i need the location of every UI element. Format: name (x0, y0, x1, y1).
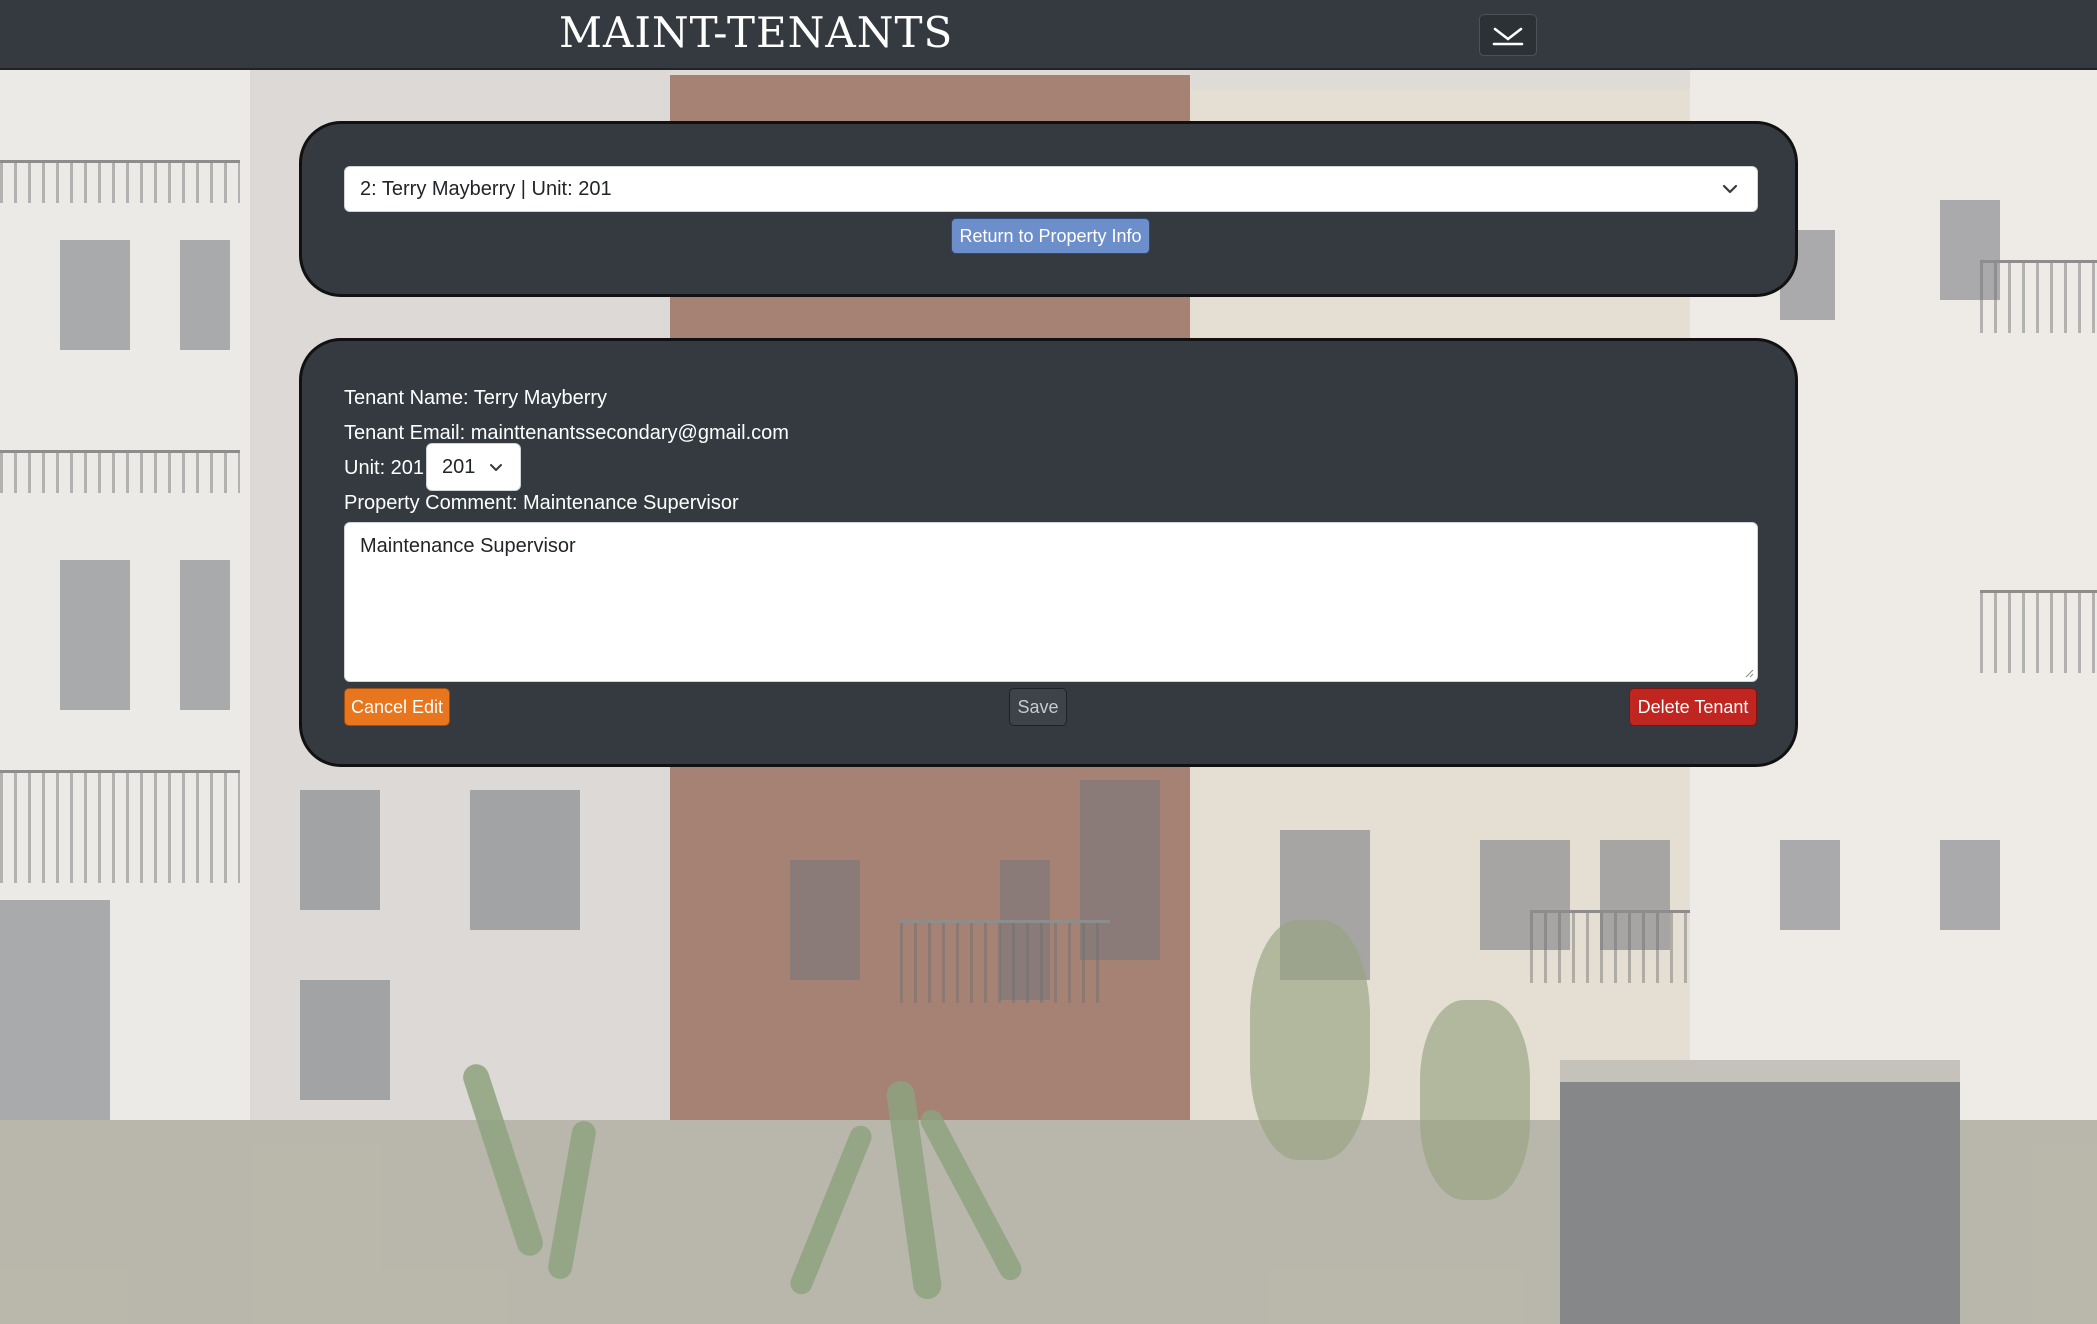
tenant-unit: Unit: 201 (344, 457, 425, 479)
brand-title[interactable]: MAINT-TENANTS (559, 8, 953, 57)
property-comment-value: Maintenance Supervisor (360, 535, 576, 557)
property-comment-textarea[interactable]: Maintenance Supervisor (344, 522, 1758, 682)
unit-select-value: 201 (442, 455, 476, 478)
chevron-down-icon (490, 464, 502, 471)
delete-tenant-button[interactable]: Delete Tenant (1629, 688, 1757, 726)
tenant-email: Tenant Email: mainttenantssecondary@gmai… (344, 422, 789, 444)
tenant-name: Tenant Name: Terry Mayberry (344, 387, 608, 409)
return-to-property-button[interactable]: Return to Property Info (951, 218, 1150, 254)
cancel-edit-button[interactable]: Cancel Edit (344, 688, 450, 726)
resize-handle-icon[interactable] (1744, 668, 1754, 678)
unit-select[interactable]: 201 (426, 443, 521, 491)
tenant-select[interactable]: 2: Terry Mayberry | Unit: 201 (344, 166, 1758, 212)
navbar: MAINT-TENANTS (0, 0, 2097, 70)
tenant-details-card: Tenant Name: Terry Mayberry Tenant Email… (299, 338, 1798, 767)
property-comment-label: Property Comment: Maintenance Supervisor (344, 492, 739, 514)
tenant-selector-card: 2: Terry Mayberry | Unit: 201 Return to … (299, 121, 1798, 297)
menu-toggle-button[interactable] (1479, 14, 1537, 56)
tenant-select-value: 2: Terry Mayberry | Unit: 201 (360, 177, 612, 200)
chevron-down-icon (1492, 27, 1524, 46)
chevron-down-icon (1722, 184, 1738, 194)
save-button[interactable]: Save (1009, 688, 1067, 726)
